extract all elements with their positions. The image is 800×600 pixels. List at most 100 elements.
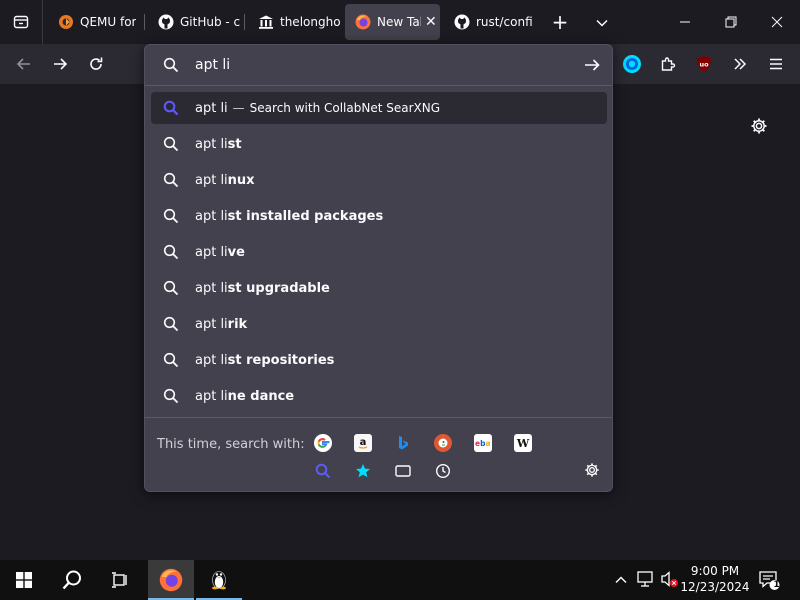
search-engine-icon [163, 100, 179, 116]
github-icon [454, 14, 470, 30]
history-icon[interactable] [434, 462, 452, 480]
address-bar-popup: apt li — Search with CollabNet SearXNG a… [144, 44, 613, 492]
address-input[interactable] [195, 55, 555, 75]
tab-title: thelongho [280, 15, 341, 29]
search-icon [163, 280, 179, 296]
extensions-button[interactable] [656, 52, 680, 76]
back-button[interactable] [12, 52, 36, 76]
suggestion-typed-text: apt li [195, 136, 228, 152]
suggestion-action: Search with CollabNet SearXNG [249, 101, 441, 115]
search-engine-icon[interactable] [314, 462, 332, 480]
tab-qemu[interactable]: QEMU for [46, 4, 142, 40]
search-icon [163, 388, 179, 404]
tab-rust-config[interactable]: rust/confi [442, 4, 534, 40]
chevron-down-icon [596, 19, 608, 27]
list-all-tabs-button[interactable] [590, 12, 614, 34]
forward-arrow-icon [54, 58, 68, 70]
tab-title: GitHub - c [180, 15, 241, 29]
suggestion-completion: nux [227, 172, 255, 188]
ublock-icon: uo [697, 56, 711, 72]
notification-center-button[interactable]: 1 [758, 569, 780, 594]
search-suggestion[interactable]: apt li st upgradable [151, 272, 607, 304]
github-icon [158, 14, 174, 30]
search-icon [163, 136, 179, 152]
go-arrow-icon[interactable] [583, 56, 601, 77]
app-menu-button[interactable] [764, 52, 788, 76]
tabs-icon[interactable] [394, 462, 412, 480]
tab-title: rust/confi [476, 15, 533, 29]
plus-icon: + [551, 10, 569, 34]
network-status-button[interactable] [636, 570, 656, 591]
tab-divider [144, 14, 145, 30]
taskbar-linux-app[interactable] [196, 560, 242, 600]
close-window-button[interactable] [754, 0, 800, 44]
suggestion-separator: — [232, 101, 245, 115]
search-suggestion[interactable]: apt li rik [151, 308, 607, 340]
tux-penguin-icon [212, 571, 226, 590]
chevron-up-icon [615, 576, 627, 583]
search-suggestion[interactable]: apt li ve [151, 236, 607, 268]
ublock-origin-button[interactable]: uo [692, 52, 716, 76]
bing-icon[interactable] [394, 434, 412, 452]
new-tab-button[interactable]: + [548, 12, 572, 34]
bookmarks-icon[interactable] [354, 462, 372, 480]
suggestion-completion: ve [227, 244, 245, 260]
close-icon [771, 16, 783, 28]
firefox-view-button[interactable] [0, 0, 43, 44]
search-icon [62, 570, 81, 590]
suggestion-completion: st [227, 136, 242, 152]
taskbar-firefox[interactable] [148, 560, 194, 600]
suggestion-completion: rik [227, 316, 248, 332]
reload-button[interactable] [84, 52, 108, 76]
suggestion-typed-text: apt li [195, 352, 228, 368]
show-hidden-icons-button[interactable] [614, 573, 628, 590]
reload-icon [90, 57, 103, 70]
search-settings-button[interactable] [584, 462, 600, 481]
double-chevron-icon [734, 58, 747, 70]
search-suggestion[interactable]: apt li st repositories [151, 344, 607, 376]
firefox-icon [159, 568, 183, 592]
gear-icon [585, 463, 599, 477]
tab-divider [244, 14, 245, 30]
duckduckgo-icon[interactable] [434, 434, 452, 452]
tab-new-tab[interactable]: New Tab ✕ [345, 4, 440, 40]
firefox-account-button[interactable] [620, 52, 644, 76]
suggestion-typed-text: apt li [195, 208, 228, 224]
suggestion-typed-text: apt li [195, 388, 228, 404]
amazon-icon[interactable]: a [354, 434, 372, 452]
tab-github[interactable]: GitHub - c [146, 4, 242, 40]
volume-button[interactable] [660, 570, 680, 591]
windows-taskbar: 9:00 PM 12/23/2024 1 [0, 560, 800, 600]
overflow-menu-button[interactable] [728, 52, 752, 76]
qemu-icon [58, 14, 74, 30]
taskbar-clock[interactable]: 9:00 PM 12/23/2024 [680, 563, 750, 595]
suggestion-completion: st upgradable [227, 280, 330, 296]
close-tab-icon[interactable]: ✕ [425, 14, 437, 30]
back-arrow-icon [16, 58, 30, 70]
minimize-button[interactable] [662, 0, 708, 44]
wikipedia-icon[interactable]: W [514, 434, 532, 452]
notification-count: 1 [773, 580, 780, 590]
suggestion-typed-text: apt li [195, 100, 228, 116]
forward-button[interactable] [48, 52, 72, 76]
suggestion-typed-text: apt li [195, 316, 228, 332]
task-view-button[interactable] [96, 560, 144, 600]
suggestion-typed-text: apt li [195, 280, 228, 296]
heuristic-search-result[interactable]: apt li — Search with CollabNet SearXNG [151, 92, 607, 124]
tab-strip: QEMU for GitHub - c thelongho New Tab ✕ … [0, 0, 800, 44]
search-suggestion[interactable]: apt li nux [151, 164, 607, 196]
search-suggestion[interactable]: apt li st [151, 128, 607, 160]
google-icon[interactable] [314, 434, 332, 452]
search-suggestion[interactable]: apt li st installed packages [151, 200, 607, 232]
restore-button[interactable] [708, 0, 754, 44]
search-suggestion[interactable]: apt li ne dance [151, 380, 607, 412]
suggestion-completion: ne dance [227, 388, 295, 404]
start-button[interactable] [0, 560, 48, 600]
newtab-settings-button[interactable] [748, 115, 770, 137]
suggestion-completion: st repositories [227, 352, 335, 368]
taskbar-search-button[interactable] [48, 560, 96, 600]
search-icon [163, 172, 179, 188]
tab-thelonghorn[interactable]: thelongho [246, 4, 342, 40]
ebay-icon[interactable]: ebay [474, 434, 492, 452]
restore-icon [725, 16, 737, 28]
